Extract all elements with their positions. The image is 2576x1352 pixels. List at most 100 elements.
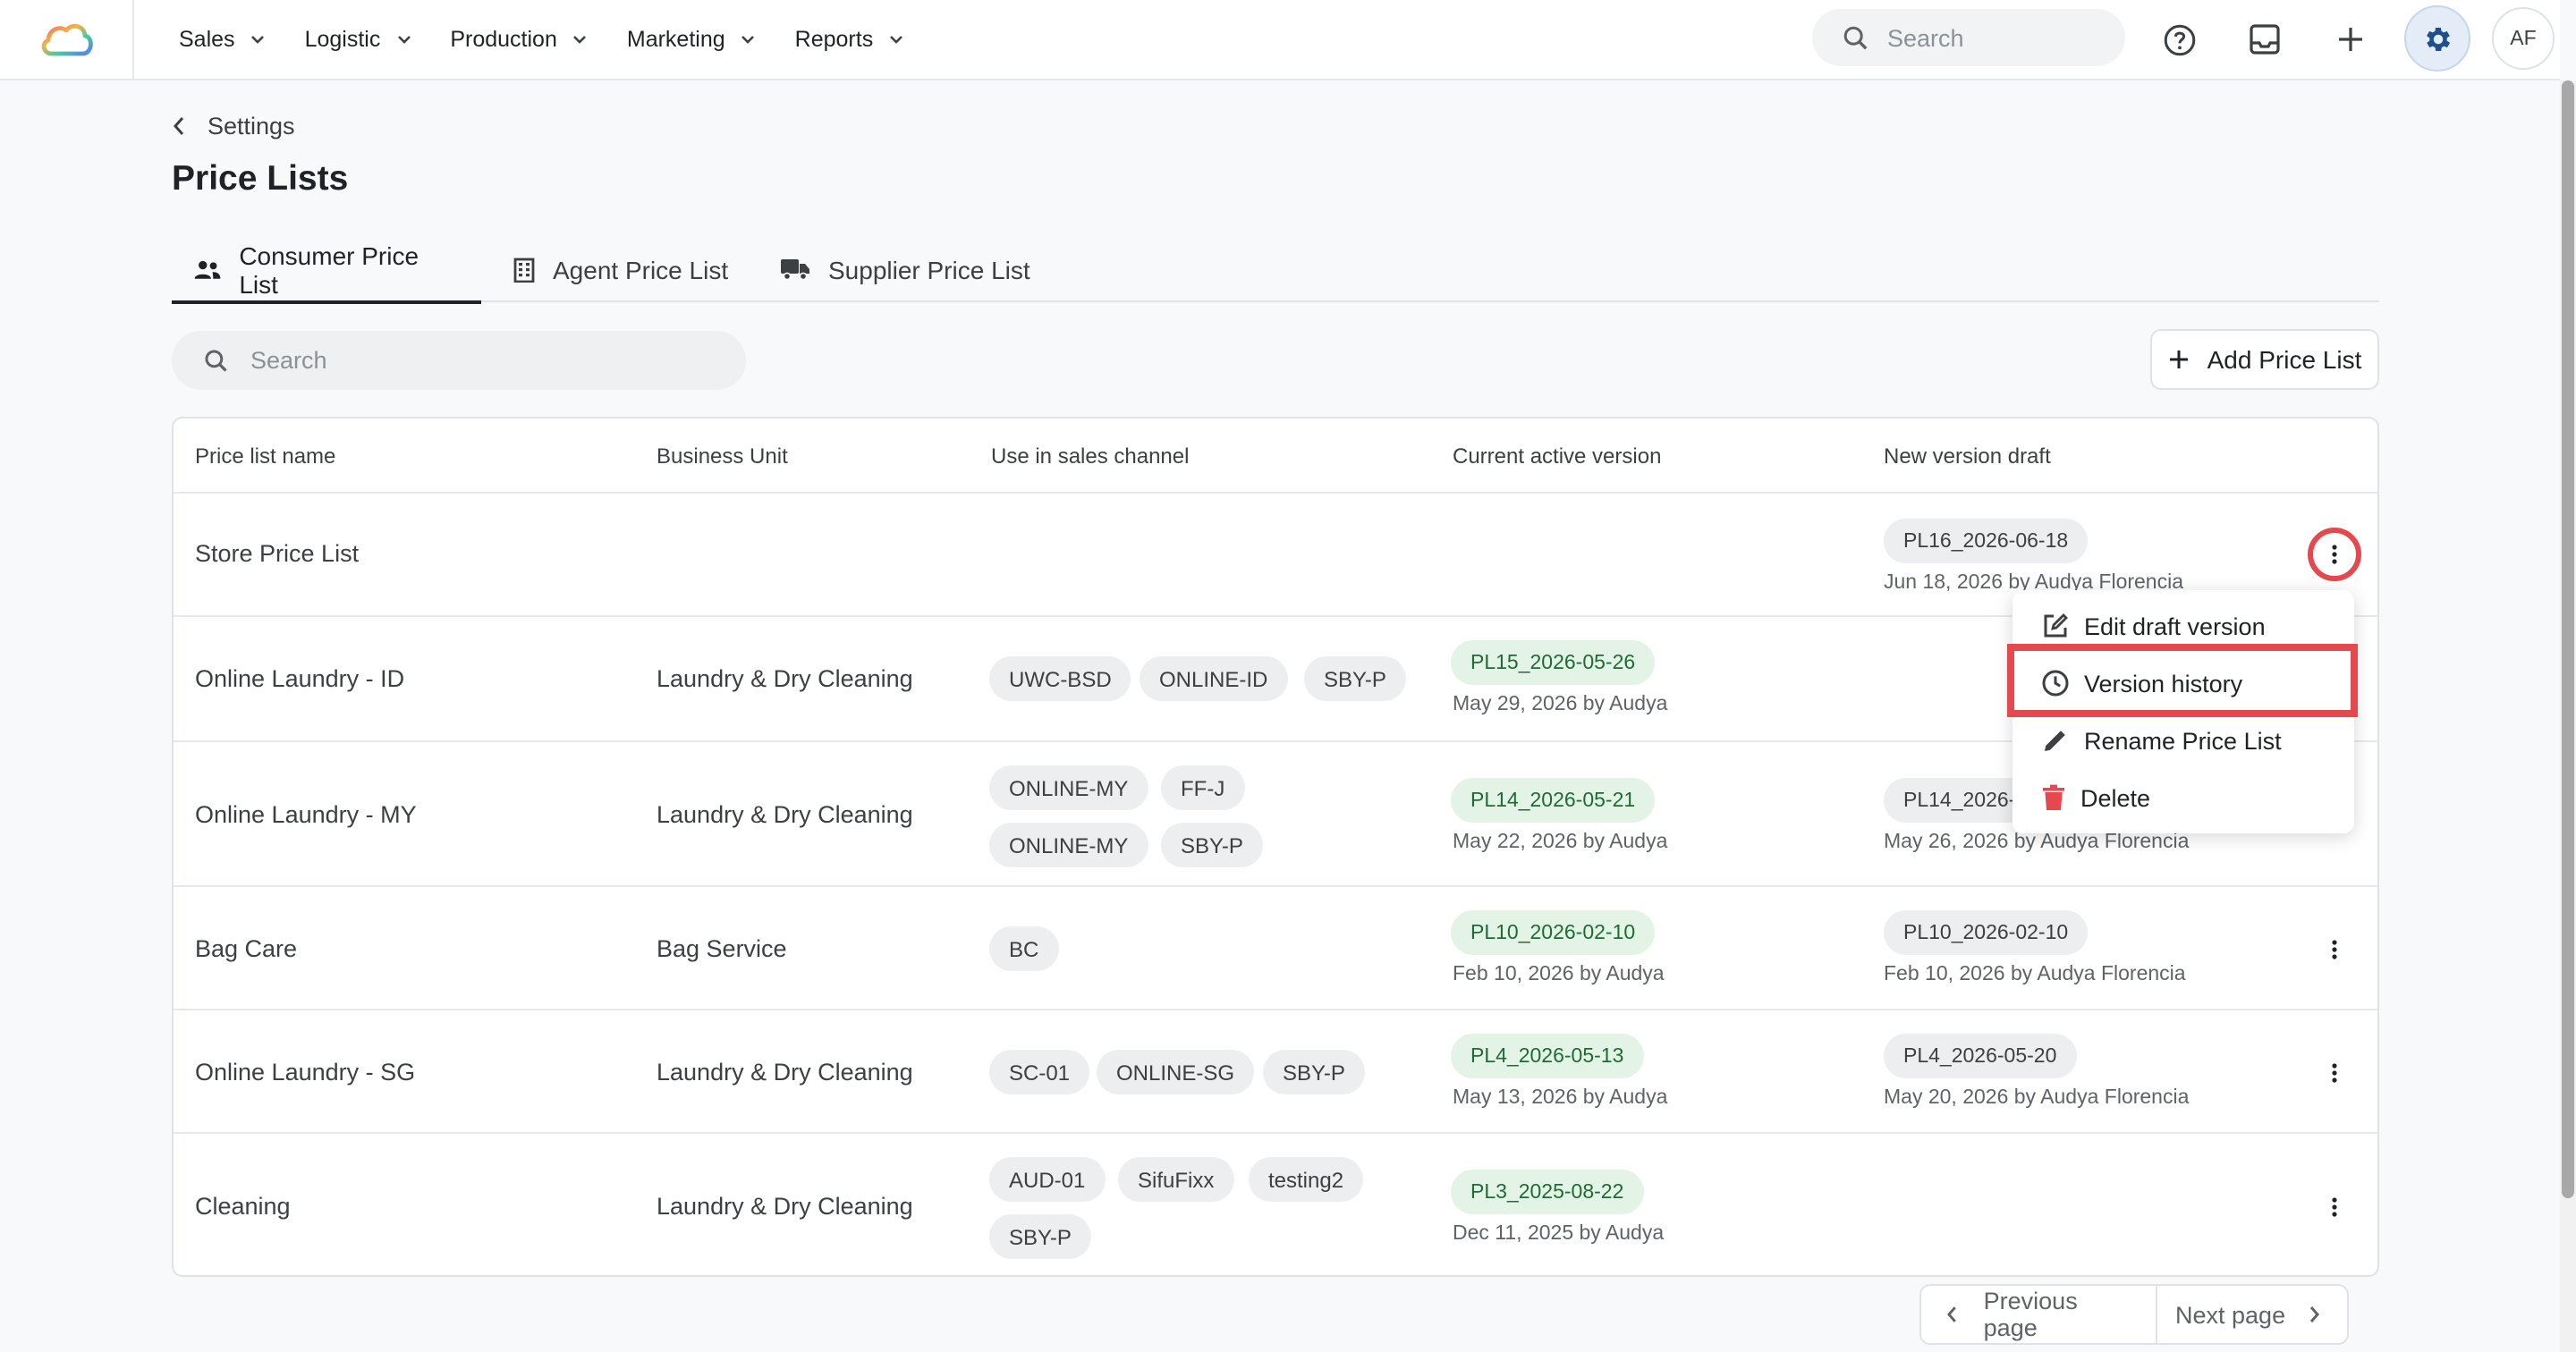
active-version-chip: PL10_2026-02-10: [1451, 910, 1656, 955]
draft-version-chip: PL10_2026-02-10: [1884, 910, 2089, 955]
row-actions-button[interactable]: [2308, 528, 2361, 581]
column-header: Price list name: [195, 444, 336, 469]
table-row[interactable]: Bag Care Bag Service BC PL10_2026-02-10 …: [174, 887, 2377, 1010]
search-icon: [1843, 25, 1868, 49]
help-circle-icon: [2163, 23, 2195, 55]
row-actions-button[interactable]: [2317, 932, 2352, 968]
active-version-chip: PL4_2026-05-13: [1451, 1034, 1644, 1078]
scrollbar-thumb[interactable]: [2562, 80, 2574, 1198]
channel-chip: SifuFixx: [1118, 1157, 1234, 1202]
trash-icon: [2043, 784, 2064, 810]
tab-supplier-price-list[interactable]: Supplier Price List: [780, 236, 1030, 302]
help-button[interactable]: [2150, 11, 2207, 68]
price-list-search-input[interactable]: Search: [172, 331, 746, 390]
channel-chip: testing2: [1249, 1157, 1364, 1202]
chevron-left-icon: [1946, 1306, 1956, 1322]
price-list-name: Bag Care: [195, 935, 298, 962]
chevron-down-icon: [251, 36, 265, 44]
avatar-initials: AF: [2510, 28, 2537, 49]
business-unit: Laundry & Dry Cleaning: [657, 1059, 913, 1086]
channel-chip: SBY-P: [989, 1214, 1091, 1259]
breadcrumb[interactable]: Settings: [172, 113, 295, 139]
cloud-logo-icon: [41, 23, 93, 56]
avatar[interactable]: AF: [2492, 7, 2555, 70]
row-actions-button[interactable]: [2317, 1189, 2352, 1225]
create-button[interactable]: [2322, 11, 2379, 68]
breadcrumb-label: Settings: [208, 113, 295, 139]
users-icon: [194, 259, 221, 278]
add-price-list-button[interactable]: Add Price List: [2150, 329, 2379, 390]
chevron-down-icon: [573, 36, 587, 44]
row-actions-menu: Edit draft version Version history Renam…: [2012, 590, 2354, 833]
draft-version-chip: PL4_2026-05-20: [1884, 1034, 2077, 1078]
clock-icon: [2042, 670, 2069, 697]
channel-chip: ONLINE-MY: [989, 765, 1148, 810]
column-header: Use in sales channel: [991, 444, 1190, 469]
business-unit: Laundry & Dry Cleaning: [657, 801, 913, 828]
menu-item-label: Rename Price List: [2084, 727, 2282, 754]
draft-version-meta: May 20, 2026 by Audya Florencia: [1884, 1087, 2190, 1109]
price-list-table: Price list name Business Unit Use in sal…: [172, 417, 2379, 1277]
next-page-button[interactable]: Next page: [2157, 1284, 2349, 1345]
chevron-down-icon: [397, 36, 411, 44]
draft-version-meta: Feb 10, 2026 by Audya Florencia: [1884, 964, 2186, 985]
settings-button[interactable]: [2404, 5, 2470, 72]
channel-chip: UWC-BSD: [989, 656, 1131, 701]
price-list-name: Store Price List: [195, 540, 360, 567]
previous-page-label: Previous page: [1983, 1288, 2078, 1341]
inbox-button[interactable]: [2236, 11, 2293, 68]
nav-sales[interactable]: Sales: [179, 27, 266, 52]
logo[interactable]: [0, 0, 134, 79]
nav-reports-label: Reports: [794, 27, 874, 52]
previous-page-button[interactable]: Previous page: [1919, 1284, 2157, 1345]
truck-icon: [781, 259, 809, 281]
draft-version-meta: May 26, 2026 by Audya Florencia: [1884, 832, 2190, 853]
pagination: Previous page Next page: [1919, 1284, 2349, 1345]
menu-item-edit-draft-version[interactable]: Edit draft version: [2012, 599, 2354, 653]
channel-chip: SBY-P: [1304, 656, 1406, 701]
menu-item-rename-price-list[interactable]: Rename Price List: [2012, 714, 2354, 767]
table-row[interactable]: Online Laundry - SG Laundry & Dry Cleani…: [174, 1010, 2377, 1134]
global-search-input[interactable]: Search: [1812, 9, 2125, 66]
nav-production[interactable]: Production: [450, 27, 588, 52]
plus-icon: [2169, 351, 2188, 368]
menu-item-label: Delete: [2080, 784, 2151, 811]
menu-item-label: Version history: [2084, 670, 2243, 697]
active-version-meta: Feb 10, 2026 by Audya: [1453, 964, 1665, 985]
menu-item-label: Edit draft version: [2084, 613, 2266, 639]
building-icon: [513, 257, 535, 282]
channel-chip: ONLINE-ID: [1140, 656, 1288, 701]
channel-chip: BC: [989, 926, 1059, 971]
edit-icon: [2044, 613, 2068, 638]
price-list-search-placeholder: Search: [250, 347, 327, 374]
row-actions-button[interactable]: [2317, 1055, 2352, 1091]
tab-consumer-label: Consumer Price List: [239, 241, 419, 298]
active-version-meta: May 29, 2026 by Audya: [1453, 694, 1668, 715]
nav-logistic-label: Logistic: [304, 27, 381, 52]
column-header: Current active version: [1453, 444, 1662, 469]
channel-chip: SBY-P: [1263, 1050, 1365, 1094]
channel-chip: ONLINE-MY: [989, 823, 1148, 867]
nav-reports[interactable]: Reports: [795, 27, 904, 52]
nav-marketing-label: Marketing: [626, 27, 725, 52]
tab-consumer-price-list[interactable]: Consumer Price List: [172, 236, 481, 304]
price-list-name: Online Laundry - SG: [195, 1059, 416, 1086]
tab-supplier-label: Supplier Price List: [828, 255, 1030, 283]
nav-logistic[interactable]: Logistic: [305, 27, 411, 52]
table-header: Price list name Business Unit Use in sal…: [174, 418, 2377, 494]
table-row[interactable]: Cleaning Laundry & Dry Cleaning AUD-01 S…: [174, 1134, 2377, 1275]
more-vertical-icon: [2332, 545, 2337, 564]
menu-item-delete[interactable]: Delete: [2012, 771, 2354, 824]
active-version-chip: PL15_2026-05-26: [1451, 640, 1656, 685]
active-version-meta: Dec 11, 2025 by Audya: [1453, 1223, 1665, 1245]
inbox-icon: [2250, 24, 2280, 55]
main-nav: Sales Logistic Production Marketing Repo…: [179, 0, 943, 79]
business-unit: Laundry & Dry Cleaning: [657, 1193, 913, 1220]
nav-marketing[interactable]: Marketing: [627, 27, 756, 52]
global-search-placeholder: Search: [1887, 24, 1964, 51]
tab-agent-price-list[interactable]: Agent Price List: [513, 236, 728, 302]
search-icon: [205, 349, 227, 371]
more-vertical-icon: [2332, 1063, 2337, 1083]
tab-bar: Consumer Price List Agent Price List Sup…: [172, 236, 2379, 304]
menu-item-version-history[interactable]: Version history: [2012, 656, 2354, 710]
